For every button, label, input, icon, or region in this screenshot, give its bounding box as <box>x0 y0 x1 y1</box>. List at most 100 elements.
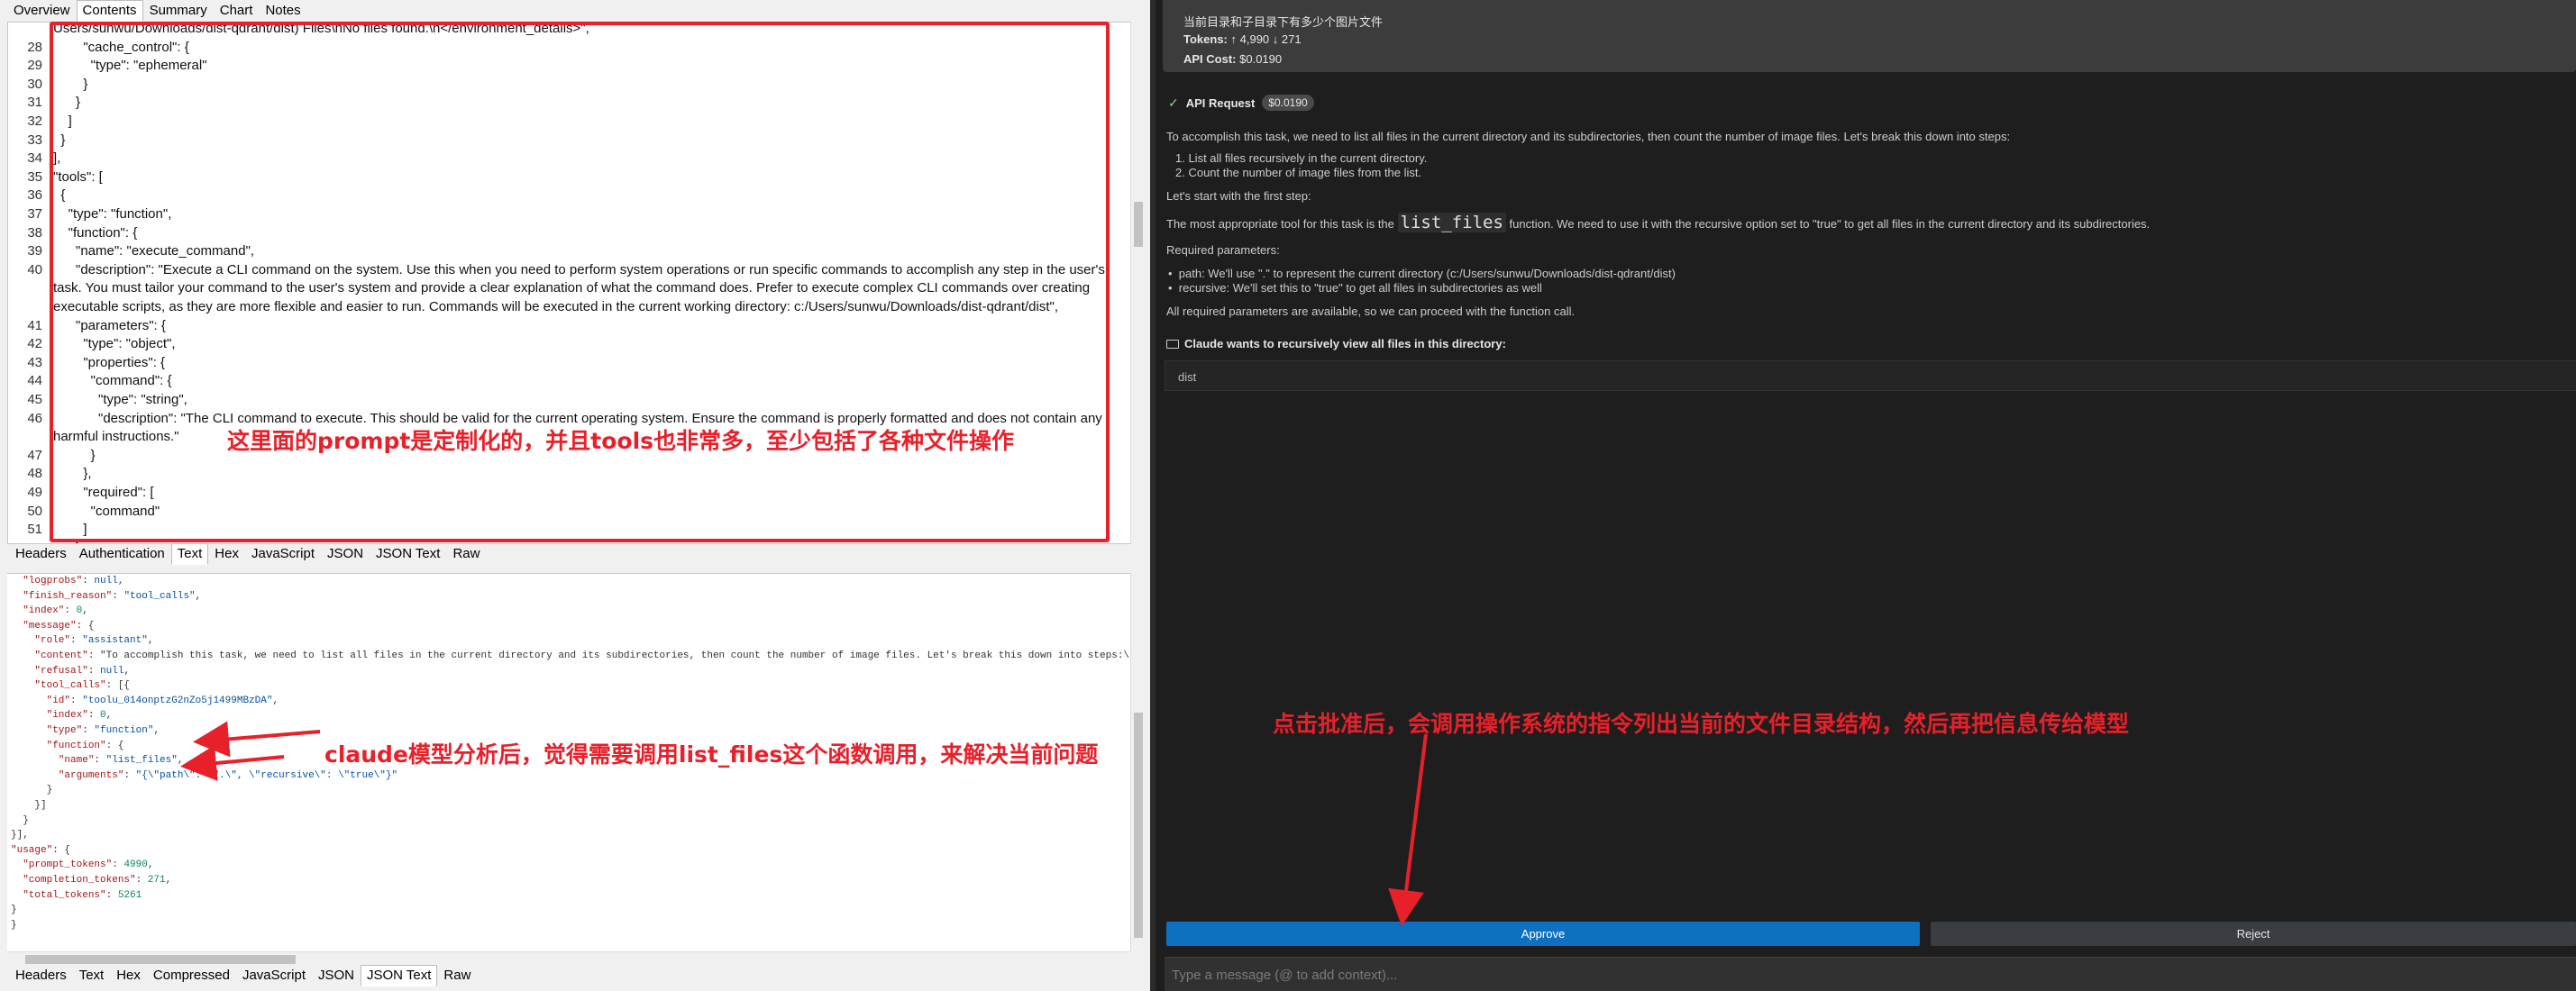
request-code-line: "command": { <box>53 373 172 389</box>
all-available-text: All required parameters are available, s… <box>1166 305 1576 318</box>
line-number: 43 <box>27 354 42 370</box>
request-code-line: } <box>53 447 96 463</box>
response-vertical-scrollbar[interactable] <box>1130 573 1145 951</box>
request-code-line: { <box>53 187 66 204</box>
tool-name-code: list_files <box>1397 213 1506 232</box>
tab-headers[interactable]: Headers <box>9 543 73 565</box>
line-number: 41 <box>27 317 42 333</box>
message-input[interactable] <box>1172 964 2253 986</box>
approve-button[interactable]: Approve <box>1166 922 1920 946</box>
tab-hex[interactable]: Hex <box>208 543 245 565</box>
tab-json-text[interactable]: JSON Text <box>361 965 438 986</box>
request-code-line: task. You must tailor your command to th… <box>53 280 1091 296</box>
response-json-line: "arguments": "{\"path\": \".\", \"recurs… <box>58 769 398 781</box>
line-number: 48 <box>27 466 42 482</box>
response-json-line: "prompt_tokens": 4990, <box>23 859 154 871</box>
api-request-row[interactable]: ✓ API Request $0.0190 <box>1168 94 1314 112</box>
request-code-line: "required": [ <box>53 485 154 500</box>
request-code-line: "type": "string", <box>53 392 187 407</box>
bullet-icon: • <box>1168 281 1179 295</box>
tab-summary[interactable]: Summary <box>143 0 214 22</box>
http-inspector-panel: Overview Contents Summary Chart Notes 28 29 30… <box>0 0 1150 991</box>
response-json-line: }] <box>11 800 47 811</box>
response-json-line: "index": 0, <box>23 605 88 617</box>
tab-text[interactable]: Text <box>170 543 209 565</box>
request-view-tabs: Overview Contents Summary Chart Notes <box>7 0 307 22</box>
param-path-text: path: We'll use "." to represent the cur… <box>1178 267 1676 280</box>
tab-json[interactable]: JSON <box>321 543 370 565</box>
api-request-cost-badge: $0.0190 <box>1262 95 1314 111</box>
tokens-row: Tokens: ↑ 4,990 ↓ 271 <box>1183 32 1302 46</box>
tab-json-text[interactable]: JSON Text <box>370 543 446 565</box>
tab-raw[interactable]: Raw <box>446 543 486 565</box>
response-format-tabs: Headers Text Hex Compressed JavaScript JSON JS… <box>9 965 477 986</box>
claude-wants-row: Claude wants to recursively view all fil… <box>1166 337 1506 350</box>
tab-notes[interactable]: Notes <box>259 0 306 22</box>
request-code-line: } <box>53 76 88 92</box>
tab-authentication[interactable]: Authentication <box>73 543 171 565</box>
scrollbar-thumb[interactable] <box>25 955 296 964</box>
tab-javascript[interactable]: JavaScript <box>245 543 321 565</box>
reject-button[interactable]: Reject <box>1931 922 2576 946</box>
response-horizontal-scrollbar[interactable] <box>7 951 1130 966</box>
line-number: 34 <box>27 150 42 167</box>
tab-chart[interactable]: Chart <box>214 0 260 22</box>
scrollbar-thumb[interactable] <box>1134 202 1143 247</box>
tab-text[interactable]: Text <box>73 965 111 986</box>
api-cost-value: $0.0190 <box>1239 52 1283 66</box>
line-number: 30 <box>27 76 42 92</box>
task-header-card: 当前目录和子目录下有多少个图片文件 Tokens: ↑ 4,990 ↓ 271 … <box>1163 0 2576 72</box>
response-json-line: "refusal": null, <box>34 665 131 677</box>
line-number: 32 <box>27 114 42 129</box>
tab-overview[interactable]: Overview <box>7 0 77 22</box>
request-code-line: ], <box>53 150 61 167</box>
request-code-line: Users/sunwu/Downloads/dist-qdrant/dist) … <box>53 22 589 36</box>
first-step-text: Let's start with the first step: <box>1166 189 1311 203</box>
line-number: 28 <box>27 39 42 55</box>
param-path: • path: We'll use "." to represent the c… <box>1168 267 1676 280</box>
directory-path-box[interactable]: dist <box>1165 360 2576 391</box>
tab-headers[interactable]: Headers <box>9 965 73 986</box>
tab-compressed[interactable]: Compressed <box>147 965 236 986</box>
request-code-line: "name": "execute_command", <box>53 243 255 259</box>
line-number: 38 <box>27 224 42 241</box>
screenshot-root: Overview Contents Summary Chart Notes 28 29 30… <box>0 0 2576 991</box>
tab-javascript[interactable]: JavaScript <box>236 965 312 986</box>
line-number: 35 <box>27 168 42 185</box>
tab-raw[interactable]: Raw <box>437 965 477 986</box>
bullet-icon: • <box>1168 267 1179 280</box>
request-code-line: "description": "Execute a CLI command on… <box>53 261 1105 277</box>
request-code-line: harmful instructions." <box>53 429 179 445</box>
param-recursive-text: recursive: We'll set this to "true" to g… <box>1178 281 1542 295</box>
tab-contents[interactable]: Contents <box>76 0 143 22</box>
request-code-line: "cache_control": { <box>53 39 189 55</box>
request-code-line: "type": "object", <box>53 336 176 352</box>
response-json-line: "total_tokens": 5261 <box>23 889 142 901</box>
response-json-line: } <box>11 905 17 916</box>
claude-wants-text: Claude wants to recursively view all fil… <box>1184 337 1506 350</box>
line-number: 40 <box>27 261 42 277</box>
annotation-response: claude模型分析后，觉得需要调用list_files这个函数调用，来解决当前… <box>324 741 1099 768</box>
tab-json[interactable]: JSON <box>312 965 361 986</box>
tab-hex[interactable]: Hex <box>110 965 147 986</box>
param-recursive: • recursive: We'll set this to "true" to… <box>1168 281 1542 295</box>
annotation-approve: 点击批准后，会调用操作系统的指令列出当前的文件目录结构，然后再把信息传给模型 <box>1273 711 2130 737</box>
request-vertical-scrollbar[interactable] <box>1130 22 1145 544</box>
request-code-line: "command" <box>53 503 160 519</box>
required-params-heading: Required parameters: <box>1166 243 1280 257</box>
line-number: 42 <box>27 336 42 352</box>
api-cost-row: API Cost: $0.0190 <box>1183 52 1282 66</box>
response-json-line: } <box>11 785 53 796</box>
request-code-line: } <box>53 95 81 111</box>
line-number: 49 <box>27 485 42 500</box>
directory-path: dist <box>1178 370 1197 384</box>
request-code-line: }, <box>53 466 92 482</box>
scrollbar-thumb[interactable] <box>1134 713 1143 938</box>
response-json-line: "role": "assistant", <box>34 635 154 647</box>
message-input-area[interactable] <box>1165 957 2576 991</box>
response-json-line: "tool_calls": [{ <box>34 680 131 692</box>
response-json-line: "function": { <box>46 740 124 751</box>
tool-sentence-post: function. We need to use it with the rec… <box>1509 217 2151 231</box>
request-code-line: ] <box>53 114 72 129</box>
response-json-line: } <box>11 814 29 826</box>
